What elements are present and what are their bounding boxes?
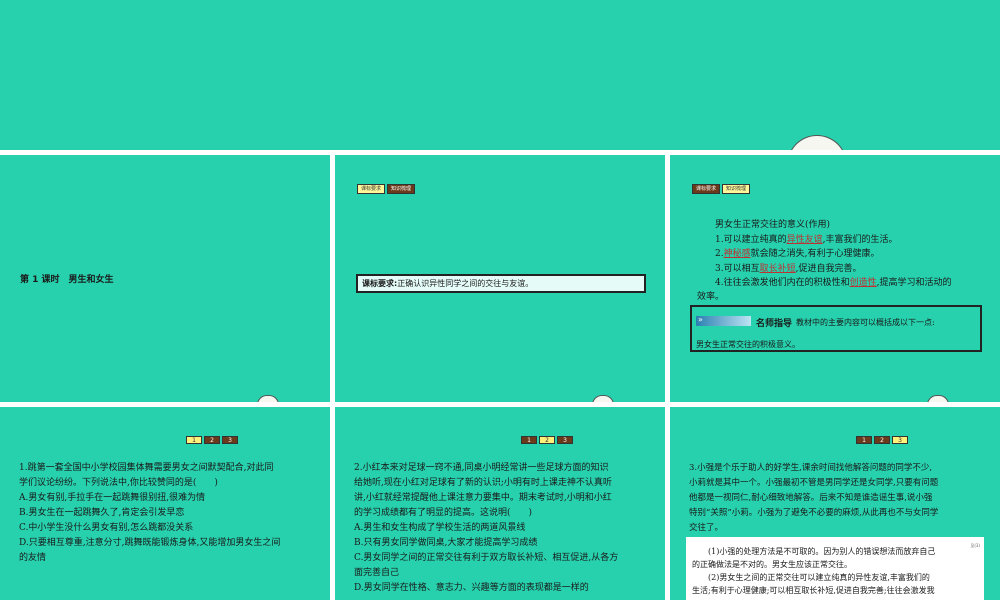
curriculum-text: 正确认识异性同学之间的交往与友谊。 (397, 279, 534, 288)
answer-line: 的正确做法是不对的。男女生应该正常交往。 (692, 560, 852, 569)
question-line: 特别“关照”小莉。小强为了避免不必要的麻烦,从此再也不与女同学 (689, 508, 939, 518)
option-d: D.男女同学在性格、意志力、兴趣等方面的表现都是一样的 (354, 583, 589, 593)
knowledge-item-4: 4.往往会激发他们内在的积极性和创造性,提高学习和活动的 (715, 278, 952, 288)
curriculum-label: 课标要求: (362, 279, 398, 288)
question-nav-2[interactable]: 2 (204, 436, 220, 444)
lesson-title: 第 1 课时 男生和女生 (20, 275, 114, 285)
question-nav: 1 2 3 (521, 436, 573, 444)
option-c: C.男女同学之间的正常交往有利于双方取长补短、相互促进,从各方 (354, 553, 619, 563)
answer-tag: 见(3) (970, 543, 980, 548)
tab-bar: 课标要求 知识梳理 (692, 184, 751, 194)
tip-banner (696, 316, 751, 326)
teacher-tip-box: » 名师指导 教材中的主要内容可以概括成以下一点: 男女生正常交往的积极意义。 (690, 305, 982, 352)
question-line: 2.小红本来对足球一窍不通,同桌小明经常讲一些足球方面的知识 (354, 463, 609, 473)
knowledge-item-2: 2.神秘感就会随之消失,有利于心理健康。 (715, 249, 880, 259)
tip-text: 教材中的主要内容可以概括成以下一点: (796, 318, 935, 327)
question-line: 的学习成绩都有了明显的提高。这说明( ) (354, 508, 533, 518)
option-d: D.只要相互尊重,注意分寸,跳舞既能锻炼身体,又能增加男女生之间 (19, 538, 281, 548)
answer-line: 生活;有利于心理健康;可以相互取长补短,促进自我完善;往往会激发我 (692, 586, 935, 595)
option-c: C.中小学生没什么男女有别,怎么跳都没关系 (19, 523, 194, 533)
question-nav-3[interactable]: 3 (222, 436, 238, 444)
question-line: 交往了。 (689, 523, 724, 533)
answer-line: (2)男女生之间的正常交往可以建立纯真的异性友谊,丰富我们的 (692, 573, 930, 582)
curriculum-box: 课标要求:正确认识异性同学之间的交往与友谊。 (356, 274, 646, 293)
question-line: 给她听,现在小红对足球有了新的认识;小明有时上课走神不认真听 (354, 478, 612, 488)
question-line: 他都是一视同仁,耐心细致地解答。后来不知是谁造谣生事,说小强 (689, 493, 933, 503)
knowledge-item-1: 1.可以建立纯真的异性友谊,丰富我们的生活。 (715, 235, 898, 245)
knowledge-item-3: 3.可以相互取长补短,促进自我完善。 (715, 264, 862, 274)
question-nav-3[interactable]: 3 (557, 436, 573, 444)
option-c-cont: 面完善自己 (354, 568, 400, 578)
slide-decoration (927, 395, 949, 402)
option-b: B.只有男女同学做同桌,大家才能提高学习成绩 (354, 538, 538, 548)
question-line: 讲,小红就经常提醒他上课注意力要集中。期末考试时,小明和小红 (354, 493, 612, 503)
option-d-cont: 的友情 (19, 553, 47, 563)
question-nav-2[interactable]: 2 (539, 436, 555, 444)
question-text: 1.跳第一套全国中小学校园集体舞需要男女之间默契配合,对此同 (19, 463, 274, 473)
question-nav-3[interactable]: 3 (892, 436, 908, 444)
tip-title: 名师指导 (756, 319, 793, 329)
knowledge-heading: 男女生正常交往的意义(作用) (715, 220, 831, 230)
slide-top (0, 0, 1000, 150)
double-arrow-icon: » (698, 315, 703, 324)
tab-bar: 课标要求 知识梳理 (357, 184, 416, 194)
question-text-cont: 学们议论纷纷。下列说法中,你比较赞同的是( ) (19, 478, 218, 488)
slide-decoration (787, 135, 847, 150)
answer-box: 见(3) (1)小强的处理方法是不可取的。因为别人的错误想法而放弃自己 的正确做… (686, 537, 984, 600)
question-nav-2[interactable]: 2 (874, 436, 890, 444)
question-nav-1[interactable]: 1 (521, 436, 537, 444)
option-a: A.男女有别,手拉手在一起跳舞很别扭,很难为情 (19, 493, 206, 503)
question-nav-1[interactable]: 1 (856, 436, 872, 444)
slide-decoration (257, 395, 279, 402)
question-line: 3.小强是个乐于助人的好学生,课余时间找他解答问题的同学不少, (689, 463, 933, 473)
knowledge-item-4-cont: 效率。 (697, 292, 725, 302)
tab-curriculum[interactable]: 课标要求 (357, 184, 386, 194)
question-nav: 1 2 3 (856, 436, 908, 444)
tab-knowledge[interactable]: 知识梳理 (722, 184, 751, 194)
slide-decoration (592, 395, 614, 402)
tab-knowledge[interactable]: 知识梳理 (387, 184, 416, 194)
option-a: A.男生和女生构成了学校生活的两道风景线 (354, 523, 526, 533)
option-b: B.男女生在一起跳舞久了,肯定会引发早恋 (19, 508, 185, 518)
question-line: 小莉就是其中一个。小强最初不管是男同学还是女同学,只要有问题 (689, 478, 939, 488)
tip-text-2: 男女生正常交往的积极意义。 (696, 340, 800, 349)
question-nav: 1 2 3 (186, 436, 238, 444)
tab-curriculum[interactable]: 课标要求 (692, 184, 721, 194)
question-nav-1[interactable]: 1 (186, 436, 202, 444)
answer-line: (1)小强的处理方法是不可取的。因为别人的错误想法而放弃自己 (692, 547, 936, 556)
